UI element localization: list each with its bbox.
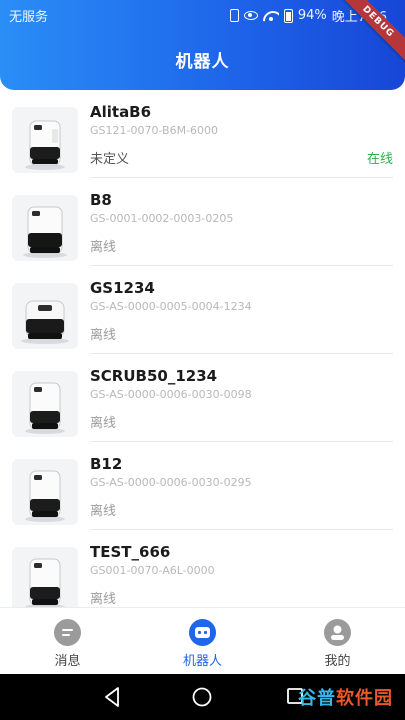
robot-row[interactable]: B12 GS-AS-0000-0006-0030-0295 离线 bbox=[0, 442, 405, 530]
app-root: 无服务 94% 晚上7:56 机器人 DEBUG AlitaB6 GS121-0… bbox=[0, 0, 405, 720]
robot-thumbnail bbox=[12, 371, 78, 437]
robot-list[interactable]: AlitaB6 GS121-0070-B6M-6000 未定义 在线 B8 GS… bbox=[0, 90, 405, 607]
robot-status: 离线 bbox=[90, 504, 117, 519]
robot-thumbnail bbox=[12, 283, 78, 349]
robot-status: 离线 bbox=[90, 240, 117, 255]
status-bar: 无服务 94% 晚上7:56 bbox=[0, 0, 405, 28]
robot-status: 未定义 bbox=[90, 152, 130, 167]
robot-serial: GS-0001-0002-0003-0205 bbox=[90, 212, 234, 225]
robot-serial: GS001-0070-A6L-0000 bbox=[90, 564, 215, 577]
robot-name: TEST_666 bbox=[90, 543, 171, 561]
nav-tab-messages[interactable]: 消息 bbox=[0, 608, 135, 675]
bottom-nav: 消息 机器人 我的 bbox=[0, 607, 405, 674]
robot-image-icon bbox=[23, 206, 67, 258]
home-icon bbox=[192, 687, 212, 707]
online-badge: 在线 bbox=[366, 152, 393, 167]
robot-row[interactable]: SCRUB50_1234 GS-AS-0000-0006-0030-0098 离… bbox=[0, 354, 405, 442]
robot-name: SCRUB50_1234 bbox=[90, 367, 218, 385]
robot-image-icon bbox=[25, 120, 65, 170]
robot-thumbnail bbox=[12, 107, 78, 173]
robot-image-icon bbox=[25, 470, 65, 522]
app-header: 无服务 94% 晚上7:56 机器人 DEBUG bbox=[0, 0, 405, 90]
robot-image-icon bbox=[25, 382, 65, 434]
robot-name: B12 bbox=[90, 455, 123, 473]
page-title: 机器人 bbox=[175, 52, 230, 72]
robot-image-icon bbox=[25, 558, 65, 607]
battery-icon bbox=[283, 8, 293, 23]
back-icon bbox=[105, 687, 119, 707]
wifi-icon bbox=[263, 10, 279, 22]
nav-tab-robots[interactable]: 机器人 bbox=[135, 608, 270, 675]
robot-name: GS1234 bbox=[90, 279, 155, 297]
nav-label: 我的 bbox=[324, 654, 351, 669]
nav-tab-profile[interactable]: 我的 bbox=[270, 608, 405, 675]
watermark-text: 谷普软件园 bbox=[298, 688, 393, 709]
message-icon bbox=[54, 619, 81, 646]
robot-row[interactable]: B8 GS-0001-0002-0003-0205 离线 bbox=[0, 178, 405, 266]
robot-name: AlitaB6 bbox=[90, 103, 152, 121]
robot-status: 离线 bbox=[90, 592, 117, 607]
robot-status: 离线 bbox=[90, 328, 117, 343]
vibrate-icon bbox=[229, 9, 239, 22]
eye-comfort-icon bbox=[243, 11, 258, 20]
robot-serial: GS-AS-0000-0006-0030-0295 bbox=[90, 476, 252, 489]
nav-label: 消息 bbox=[54, 654, 81, 669]
robot-image-icon bbox=[21, 300, 69, 344]
robot-icon bbox=[189, 619, 216, 646]
robot-row[interactable]: TEST_666 GS001-0070-A6L-0000 离线 bbox=[0, 530, 405, 607]
person-icon bbox=[324, 619, 351, 646]
robot-name: B8 bbox=[90, 191, 112, 209]
robot-serial: GS121-0070-B6M-6000 bbox=[90, 124, 219, 137]
battery-percent: 94% bbox=[297, 8, 327, 23]
robot-serial: GS-AS-0000-0005-0004-1234 bbox=[90, 300, 252, 313]
carrier-label: 无服务 bbox=[9, 10, 49, 25]
nav-label: 机器人 bbox=[182, 654, 222, 669]
robot-status: 离线 bbox=[90, 416, 117, 431]
robot-row[interactable]: GS1234 GS-AS-0000-0005-0004-1234 离线 bbox=[0, 266, 405, 354]
robot-thumbnail bbox=[12, 459, 78, 525]
robot-row[interactable]: AlitaB6 GS121-0070-B6M-6000 未定义 在线 bbox=[0, 90, 405, 178]
system-nav-bar: 谷普软件园 bbox=[0, 674, 405, 720]
robot-thumbnail bbox=[12, 547, 78, 607]
robot-serial: GS-AS-0000-0006-0030-0098 bbox=[90, 388, 252, 401]
robot-thumbnail bbox=[12, 195, 78, 261]
